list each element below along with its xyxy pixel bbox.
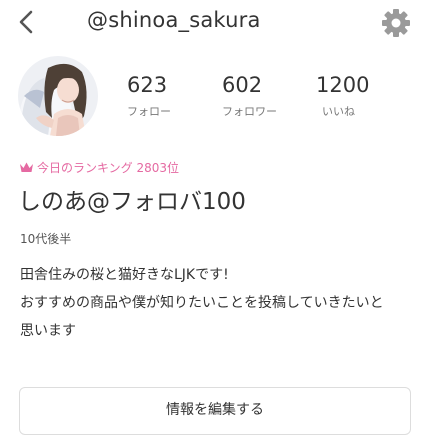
age-group: 10代後半 (20, 232, 72, 246)
following-count: 623 (127, 73, 168, 97)
edit-profile-button[interactable]: 情報を編集する (19, 387, 411, 435)
ranking-text: 今日のランキング 2803位 (37, 160, 179, 175)
avatar-illustration (18, 56, 98, 136)
bio-line: おすすめの商品や僕が知りたいことを投稿していきたいと (20, 295, 384, 311)
username: @shinoa_sakura (87, 8, 261, 32)
following-stat[interactable]: 623 フォロー (127, 73, 171, 119)
likes-count: 1200 (316, 73, 370, 97)
gear-icon (382, 9, 410, 37)
back-button[interactable] (12, 6, 42, 38)
ranking-badge[interactable]: 今日のランキング 2803位 (19, 158, 179, 176)
likes-label: いいね (322, 105, 355, 118)
avatar[interactable] (18, 56, 98, 136)
crown-icon (20, 162, 33, 172)
settings-button[interactable] (379, 6, 413, 40)
followers-stat[interactable]: 602 フォロワー (222, 73, 277, 119)
chevron-left-icon (19, 10, 33, 34)
followers-label: フォロワー (222, 105, 277, 118)
bio-line: 田舎住みの桜と猫好きなLJKです! (20, 267, 229, 283)
bio-line: 思います (20, 323, 76, 339)
followers-count: 602 (222, 73, 263, 97)
bio: 田舎住みの桜と猫好きなLJKです! おすすめの商品や僕が知りたいことを投稿してい… (20, 261, 415, 345)
likes-stat[interactable]: 1200 いいね (316, 73, 369, 119)
display-name: しのあ@フォロバ100 (18, 189, 246, 215)
following-label: フォロー (127, 105, 171, 118)
top-bar: @shinoa_sakura (0, 0, 430, 46)
